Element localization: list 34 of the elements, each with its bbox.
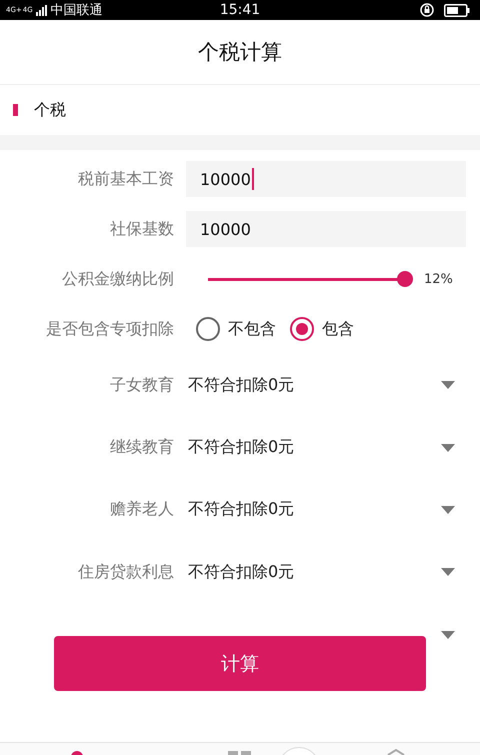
field-label: 子女教育 bbox=[109, 374, 174, 396]
field-label: 继续教育 bbox=[109, 437, 174, 458]
field-label: 公积金缴纳比例 bbox=[61, 268, 174, 290]
field-label: 税前基本工资 bbox=[77, 168, 174, 190]
field-label: 是否包含专项扣除 bbox=[45, 318, 174, 340]
field-label: 赡养老人 bbox=[109, 499, 174, 520]
dropdown-value[interactable]: 不符合扣除0元 bbox=[188, 437, 441, 458]
dropdown-value[interactable]: 不符合扣除0元 bbox=[188, 499, 441, 520]
input-field[interactable]: 10000 bbox=[186, 161, 466, 197]
input-field[interactable]: 10000 bbox=[186, 211, 466, 247]
radio-button[interactable] bbox=[196, 317, 220, 341]
page-title: 个税计算 bbox=[198, 39, 282, 66]
carrier-name: 中国联通 bbox=[50, 2, 103, 19]
section-marker-icon bbox=[13, 104, 18, 116]
dropdown-value[interactable]: 不符合扣除0元 bbox=[188, 562, 441, 583]
status-time: 15:41 bbox=[220, 2, 260, 18]
dropdown-value[interactable]: 不符合扣除0元 bbox=[188, 374, 441, 396]
field-label: 社保基数 bbox=[109, 218, 174, 240]
dropdown-caret-icon[interactable] bbox=[441, 381, 455, 390]
battery-icon bbox=[444, 4, 470, 16]
radio-button[interactable] bbox=[290, 317, 314, 341]
slider-value: 12% bbox=[424, 272, 453, 286]
dropdown-caret-icon[interactable] bbox=[441, 630, 455, 639]
calculate-button[interactable]: 计算 bbox=[54, 636, 426, 691]
dropdown-caret-icon[interactable] bbox=[441, 506, 455, 514]
radio-label[interactable]: 不包含 bbox=[228, 318, 276, 340]
dropdown-caret-icon[interactable] bbox=[441, 568, 455, 576]
dropdown-caret-icon[interactable] bbox=[441, 444, 455, 452]
slider-thumb[interactable] bbox=[397, 271, 413, 287]
radio-label[interactable]: 包含 bbox=[322, 318, 354, 340]
rotation-lock-icon bbox=[420, 3, 434, 17]
section-title: 个税 bbox=[34, 100, 66, 120]
field-label: 住房贷款利息 bbox=[77, 562, 174, 583]
signal-icon bbox=[36, 4, 48, 16]
